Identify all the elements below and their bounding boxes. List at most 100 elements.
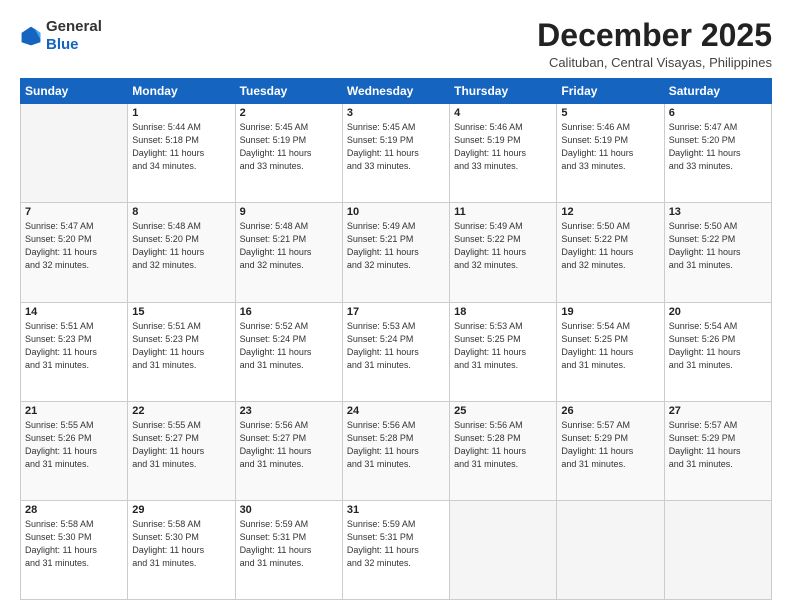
day-number: 25 <box>454 405 552 417</box>
calendar-cell: 2Sunrise: 5:45 AM Sunset: 5:19 PM Daylig… <box>235 104 342 203</box>
calendar: SundayMondayTuesdayWednesdayThursdayFrid… <box>20 78 772 600</box>
calendar-cell: 7Sunrise: 5:47 AM Sunset: 5:20 PM Daylig… <box>21 203 128 302</box>
day-number: 8 <box>132 206 230 218</box>
calendar-cell: 20 Sunrise: 5:54 AM Sunset: 5:26 PM Dayli… <box>664 302 771 401</box>
calendar-cell: 27 Sunrise: 5:57 AM Sunset: 5:29 PM Dayli… <box>664 401 771 500</box>
day-info: Sunrise: 5:47 AM Sunset: 5:20 PM Dayligh… <box>25 220 123 272</box>
month-title: December 2025 <box>537 18 772 53</box>
day-info: Sunrise: 5:54 AM Sunset: 5:26 PM Dayligh… <box>669 320 767 372</box>
day-info: Sunrise: 5:57 AM Sunset: 5:29 PM Dayligh… <box>669 419 767 471</box>
calendar-cell: 28 Sunrise: 5:58 AM Sunset: 5:30 PM Dayli… <box>21 500 128 599</box>
calendar-cell: 30 Sunrise: 5:59 AM Sunset: 5:31 PM Dayli… <box>235 500 342 599</box>
day-info: Sunrise: 5:56 AM Sunset: 5:28 PM Dayligh… <box>347 419 445 471</box>
day-number: 30 <box>240 504 338 516</box>
calendar-cell: 8 Sunrise: 5:48 AM Sunset: 5:20 PM Daylig… <box>128 203 235 302</box>
day-number: 22 <box>132 405 230 417</box>
day-info: Sunrise: 5:57 AM Sunset: 5:29 PM Dayligh… <box>561 419 659 471</box>
page: General Blue December 2025 Calituban, Ce… <box>0 0 792 612</box>
day-info: Sunrise: 5:58 AM Sunset: 5:30 PM Dayligh… <box>25 518 123 570</box>
calendar-cell: 1 Sunrise: 5:44 AM Sunset: 5:18 PM Daylig… <box>128 104 235 203</box>
day-info: Sunrise: 5:46 AM Sunset: 5:19 PM Dayligh… <box>561 121 659 173</box>
day-info: Sunrise: 5:53 AM Sunset: 5:25 PM Dayligh… <box>454 320 552 372</box>
calendar-cell: 22 Sunrise: 5:55 AM Sunset: 5:27 PM Dayli… <box>128 401 235 500</box>
day-number: 1 <box>132 107 230 119</box>
day-info: Sunrise: 5:55 AM Sunset: 5:27 PM Dayligh… <box>132 419 230 471</box>
title-block: December 2025 Calituban, Central Visayas… <box>537 18 772 70</box>
day-number: 27 <box>669 405 767 417</box>
day-number: 24 <box>347 405 445 417</box>
day-header: Sunday <box>21 79 128 104</box>
day-number: 14 <box>25 306 123 318</box>
day-info: Sunrise: 5:44 AM Sunset: 5:18 PM Dayligh… <box>132 121 230 173</box>
day-number: 20 <box>669 306 767 318</box>
calendar-cell: 10 Sunrise: 5:49 AM Sunset: 5:21 PM Dayli… <box>342 203 449 302</box>
day-info: Sunrise: 5:55 AM Sunset: 5:26 PM Dayligh… <box>25 419 123 471</box>
day-info: Sunrise: 5:45 AM Sunset: 5:19 PM Dayligh… <box>347 121 445 173</box>
calendar-cell: 29 Sunrise: 5:58 AM Sunset: 5:30 PM Dayli… <box>128 500 235 599</box>
day-info: Sunrise: 5:53 AM Sunset: 5:24 PM Dayligh… <box>347 320 445 372</box>
calendar-cell: 12Sunrise: 5:50 AM Sunset: 5:22 PM Dayli… <box>557 203 664 302</box>
day-number: 5 <box>561 107 659 119</box>
header: General Blue December 2025 Calituban, Ce… <box>20 18 772 70</box>
calendar-cell: 14 Sunrise: 5:51 AM Sunset: 5:23 PM Dayli… <box>21 302 128 401</box>
day-number: 19 <box>561 306 659 318</box>
day-info: Sunrise: 5:51 AM Sunset: 5:23 PM Dayligh… <box>132 320 230 372</box>
day-number: 9 <box>240 206 338 218</box>
calendar-week-row: 21 Sunrise: 5:55 AM Sunset: 5:26 PM Dayli… <box>21 401 772 500</box>
calendar-cell: 31 Sunrise: 5:59 AM Sunset: 5:31 PM Dayli… <box>342 500 449 599</box>
day-number: 16 <box>240 306 338 318</box>
day-header: Monday <box>128 79 235 104</box>
calendar-cell <box>21 104 128 203</box>
calendar-week-row: 1 Sunrise: 5:44 AM Sunset: 5:18 PM Daylig… <box>21 104 772 203</box>
day-info: Sunrise: 5:46 AM Sunset: 5:19 PM Dayligh… <box>454 121 552 173</box>
day-info: Sunrise: 5:49 AM Sunset: 5:22 PM Dayligh… <box>454 220 552 272</box>
calendar-cell: 4 Sunrise: 5:46 AM Sunset: 5:19 PM Daylig… <box>450 104 557 203</box>
day-info: Sunrise: 5:50 AM Sunset: 5:22 PM Dayligh… <box>669 220 767 272</box>
day-number: 29 <box>132 504 230 516</box>
day-header: Wednesday <box>342 79 449 104</box>
day-number: 26 <box>561 405 659 417</box>
calendar-cell: 17Sunrise: 5:53 AM Sunset: 5:24 PM Dayli… <box>342 302 449 401</box>
day-header: Thursday <box>450 79 557 104</box>
logo: General Blue <box>20 18 102 54</box>
day-info: Sunrise: 5:58 AM Sunset: 5:30 PM Dayligh… <box>132 518 230 570</box>
calendar-cell: 13Sunrise: 5:50 AM Sunset: 5:22 PM Dayli… <box>664 203 771 302</box>
calendar-cell: 25Sunrise: 5:56 AM Sunset: 5:28 PM Dayli… <box>450 401 557 500</box>
calendar-header-row: SundayMondayTuesdayWednesdayThursdayFrid… <box>21 79 772 104</box>
logo-general: General <box>46 18 102 35</box>
logo-text: General Blue <box>46 18 102 54</box>
day-number: 31 <box>347 504 445 516</box>
day-number: 4 <box>454 107 552 119</box>
calendar-week-row: 7Sunrise: 5:47 AM Sunset: 5:20 PM Daylig… <box>21 203 772 302</box>
calendar-cell: 26 Sunrise: 5:57 AM Sunset: 5:29 PM Dayli… <box>557 401 664 500</box>
calendar-cell <box>450 500 557 599</box>
calendar-cell <box>557 500 664 599</box>
calendar-cell: 23 Sunrise: 5:56 AM Sunset: 5:27 PM Dayli… <box>235 401 342 500</box>
calendar-cell <box>664 500 771 599</box>
day-header: Tuesday <box>235 79 342 104</box>
day-info: Sunrise: 5:48 AM Sunset: 5:20 PM Dayligh… <box>132 220 230 272</box>
day-info: Sunrise: 5:56 AM Sunset: 5:27 PM Dayligh… <box>240 419 338 471</box>
logo-icon <box>20 25 42 47</box>
day-number: 10 <box>347 206 445 218</box>
calendar-cell: 21 Sunrise: 5:55 AM Sunset: 5:26 PM Dayli… <box>21 401 128 500</box>
day-info: Sunrise: 5:45 AM Sunset: 5:19 PM Dayligh… <box>240 121 338 173</box>
day-number: 15 <box>132 306 230 318</box>
calendar-cell: 16Sunrise: 5:52 AM Sunset: 5:24 PM Dayli… <box>235 302 342 401</box>
day-info: Sunrise: 5:51 AM Sunset: 5:23 PM Dayligh… <box>25 320 123 372</box>
calendar-cell: 18Sunrise: 5:53 AM Sunset: 5:25 PM Dayli… <box>450 302 557 401</box>
calendar-week-row: 14 Sunrise: 5:51 AM Sunset: 5:23 PM Dayli… <box>21 302 772 401</box>
day-header: Saturday <box>664 79 771 104</box>
day-number: 23 <box>240 405 338 417</box>
day-number: 21 <box>25 405 123 417</box>
day-info: Sunrise: 5:49 AM Sunset: 5:21 PM Dayligh… <box>347 220 445 272</box>
calendar-cell: 3Sunrise: 5:45 AM Sunset: 5:19 PM Daylig… <box>342 104 449 203</box>
calendar-cell: 9Sunrise: 5:48 AM Sunset: 5:21 PM Daylig… <box>235 203 342 302</box>
day-info: Sunrise: 5:59 AM Sunset: 5:31 PM Dayligh… <box>347 518 445 570</box>
logo-blue: Blue <box>46 36 79 53</box>
calendar-cell: 5 Sunrise: 5:46 AM Sunset: 5:19 PM Daylig… <box>557 104 664 203</box>
calendar-cell: 11Sunrise: 5:49 AM Sunset: 5:22 PM Dayli… <box>450 203 557 302</box>
calendar-week-row: 28 Sunrise: 5:58 AM Sunset: 5:30 PM Dayli… <box>21 500 772 599</box>
day-info: Sunrise: 5:59 AM Sunset: 5:31 PM Dayligh… <box>240 518 338 570</box>
day-number: 28 <box>25 504 123 516</box>
